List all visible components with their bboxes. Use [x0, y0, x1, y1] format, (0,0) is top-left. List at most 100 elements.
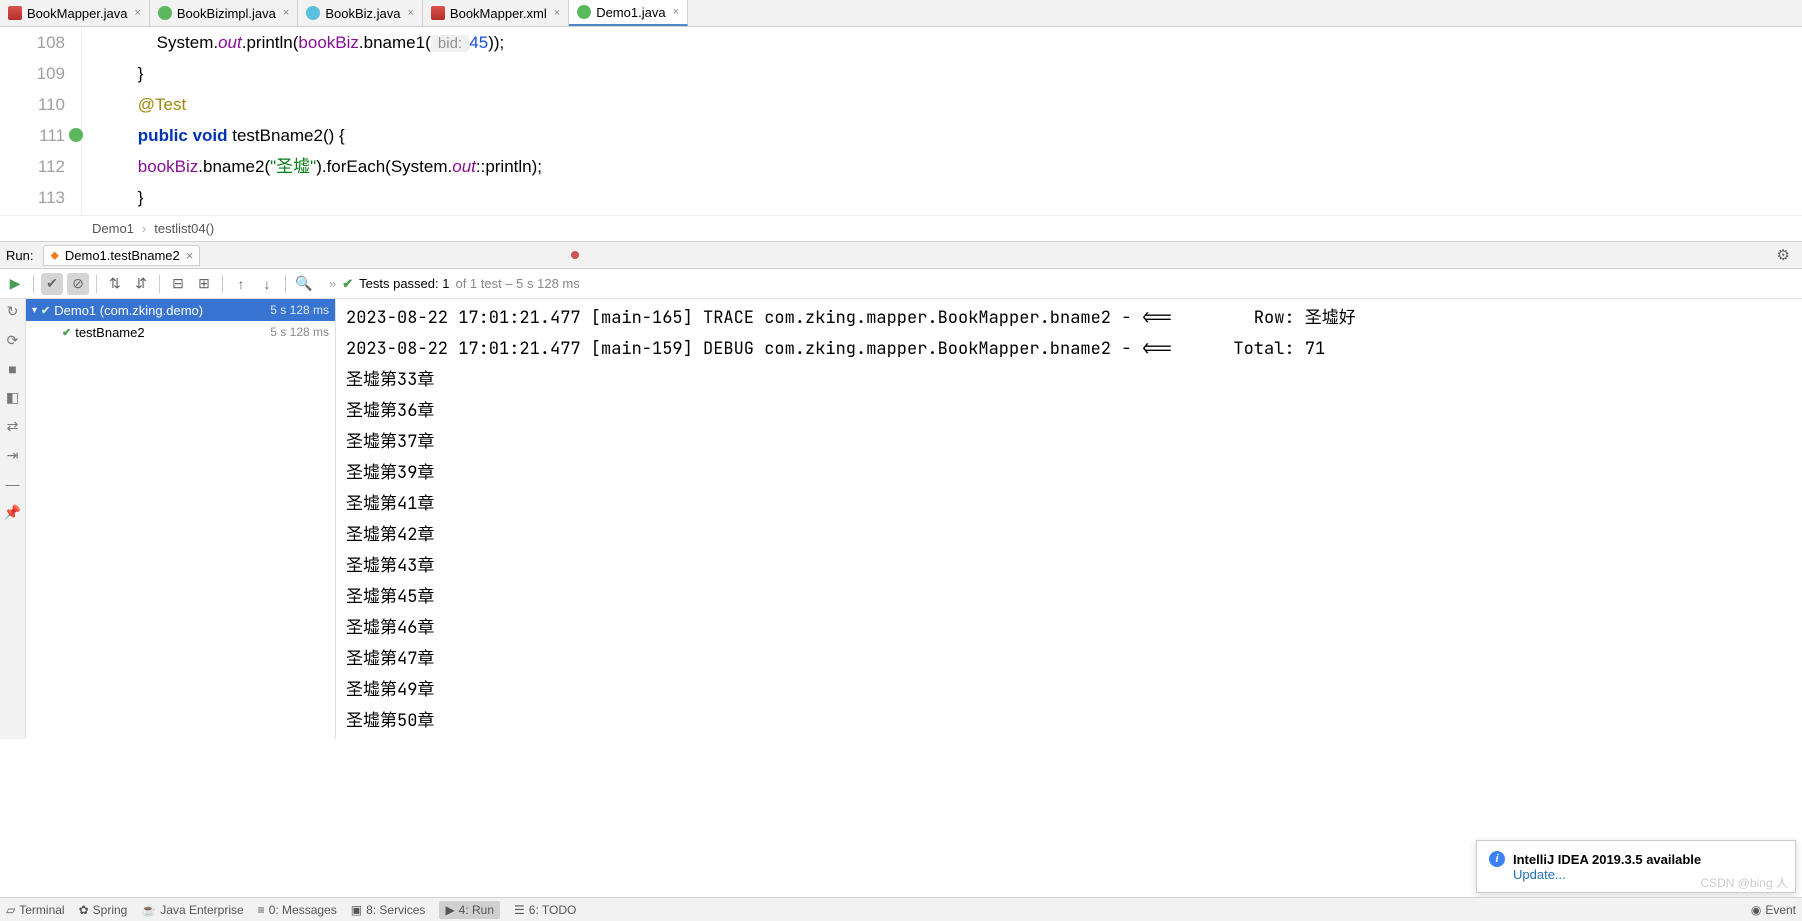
run-config-tab[interactable]: ⬥ Demo1.testBname2 ×	[43, 245, 200, 266]
line-number: 113	[0, 182, 65, 213]
run-body: ↻ ⟳ ■ ◧ ⇄ ⇥ ― 📌 ▾ ✔ Demo1 (com.zking.dem…	[0, 299, 1802, 739]
layout-button[interactable]: ⇄	[7, 418, 19, 435]
tab-bookbiz-java[interactable]: BookBiz.java ×	[298, 0, 423, 26]
dump-button[interactable]: ◧	[6, 389, 19, 406]
run-tool[interactable]: ▶ 4: Run	[439, 901, 500, 919]
separator	[159, 275, 160, 293]
close-icon[interactable]: ×	[407, 7, 413, 19]
test-tree-root[interactable]: ▾ ✔ Demo1 (com.zking.demo) 5 s 128 ms	[26, 299, 335, 321]
sort-alpha-button[interactable]: ⇅	[104, 273, 126, 295]
spring-tool[interactable]: ✿ Spring	[79, 903, 128, 917]
test-icon: ⬥	[50, 248, 58, 263]
tree-label: Demo1 (com.zking.demo)	[54, 303, 203, 318]
prev-failed-button[interactable]: ↑	[230, 273, 252, 295]
close-icon[interactable]: ×	[134, 7, 140, 19]
tab-bookmapper-java[interactable]: BookMapper.java ×	[0, 0, 150, 26]
close-icon[interactable]: ×	[186, 248, 194, 263]
update-link[interactable]: Update...	[1513, 867, 1566, 882]
check-icon: ✔	[342, 276, 353, 292]
run-label: Run:	[6, 248, 33, 263]
xml-file-icon	[431, 6, 445, 20]
test-tree[interactable]: ▾ ✔ Demo1 (com.zking.demo) 5 s 128 ms ✔ …	[26, 299, 336, 739]
collapse-all-button[interactable]: ⊞	[193, 273, 215, 295]
tab-label: BookMapper.java	[27, 6, 127, 21]
tab-label: BookMapper.xml	[450, 6, 547, 21]
toggle-button[interactable]: ⟳	[7, 332, 19, 349]
tab-label: BookBizimpl.java	[177, 6, 276, 21]
stop-button[interactable]: ■	[8, 361, 16, 377]
show-passed-button[interactable]: ✔	[41, 273, 63, 295]
java-file-icon	[8, 6, 22, 20]
line-gutter: 108 109 110 111 112 113	[0, 27, 82, 215]
tests-summary-text: of 1 test – 5 s 128 ms	[455, 276, 579, 291]
close-icon[interactable]: ×	[283, 7, 289, 19]
separator: ―	[6, 476, 20, 492]
code-line: @Test	[100, 89, 1802, 120]
pin-button[interactable]: 📌	[4, 504, 21, 521]
info-icon: i	[1489, 851, 1505, 867]
test-toolbar: ▶ ✔ ⊘ ⇅ ⇵ ⊟ ⊞ ↑ ↓ 🔍 » ✔ Tests passed: 1 …	[0, 269, 1802, 299]
code-editor[interactable]: 108 109 110 111 112 113 System.out.print…	[0, 27, 1802, 215]
code-line: bookBiz.bname2("圣墟").forEach(System.out:…	[100, 151, 1802, 182]
code-line: System.out.println(bookBiz.bname1( bid: …	[100, 27, 1802, 58]
run-button[interactable]: ▶	[4, 273, 26, 295]
exit-button[interactable]: ⇥	[7, 447, 19, 464]
tab-label: Demo1.java	[596, 5, 665, 20]
run-panel-header: Run: ⬥ Demo1.testBname2 × ⚙	[0, 241, 1802, 269]
update-notification[interactable]: i IntelliJ IDEA 2019.3.5 available Update…	[1476, 840, 1796, 893]
services-tool[interactable]: ▣ 8: Services	[351, 903, 426, 917]
console-output[interactable]: 2023-08-22 17:01:21.477 [main-165] TRACE…	[336, 299, 1802, 739]
code-line: public void testBname2() {	[100, 120, 1802, 151]
tab-bookbizimpl-java[interactable]: BookBizimpl.java ×	[150, 0, 298, 26]
event-log-tool[interactable]: ◉ Event	[1751, 903, 1796, 917]
tree-time: 5 s 128 ms	[270, 325, 329, 339]
jee-tool[interactable]: ☕ Java Enterprise	[141, 903, 243, 917]
run-tab-label: Demo1.testBname2	[65, 248, 180, 263]
class-file-icon	[577, 5, 591, 19]
settings-icon[interactable]: ⚙	[1771, 246, 1796, 264]
line-number: 108	[0, 27, 65, 58]
export-button[interactable]: 🔍	[293, 273, 315, 295]
line-number: 109	[0, 58, 65, 89]
chevron-right-icon: ›	[142, 221, 146, 236]
check-icon: ✔	[41, 304, 50, 317]
chevron-down-icon[interactable]: ▾	[32, 305, 37, 316]
class-file-icon	[158, 6, 172, 20]
test-tree-item[interactable]: ✔ testBname2 5 s 128 ms	[26, 321, 335, 343]
code-line: }	[100, 182, 1802, 213]
tab-bookmapper-xml[interactable]: BookMapper.xml ×	[423, 0, 569, 26]
breadcrumb-item[interactable]: testlist04()	[154, 221, 214, 236]
tab-label: BookBiz.java	[325, 6, 400, 21]
interface-file-icon	[306, 6, 320, 20]
tab-demo1-java[interactable]: Demo1.java ×	[569, 0, 688, 26]
run-side-toolbar: ↻ ⟳ ■ ◧ ⇄ ⇥ ― 📌	[0, 299, 26, 739]
line-number: 112	[0, 151, 65, 182]
breadcrumb-item[interactable]: Demo1	[92, 221, 134, 236]
tests-passed-text: Tests passed: 1	[359, 276, 449, 291]
tree-time: 5 s 128 ms	[270, 303, 329, 317]
terminal-tool[interactable]: ▱ Terminal	[6, 903, 65, 917]
separator	[285, 275, 286, 293]
modified-indicator-icon	[571, 251, 579, 259]
separator	[222, 275, 223, 293]
messages-tool[interactable]: ≡ 0: Messages	[258, 903, 337, 917]
separator	[96, 275, 97, 293]
close-icon[interactable]: ×	[554, 7, 560, 19]
show-ignored-button[interactable]: ⊘	[67, 273, 89, 295]
sort-duration-button[interactable]: ⇵	[130, 273, 152, 295]
next-failed-button[interactable]: ↓	[256, 273, 278, 295]
line-number: 110	[0, 89, 65, 120]
run-marker-icon[interactable]	[69, 128, 83, 142]
todo-tool[interactable]: ☰ 6: TODO	[514, 903, 576, 917]
notification-title: IntelliJ IDEA 2019.3.5 available	[1513, 852, 1701, 867]
code-line: }	[100, 58, 1802, 89]
close-icon[interactable]: ×	[673, 6, 679, 18]
tree-label: testBname2	[75, 325, 144, 340]
separator	[33, 275, 34, 293]
expand-all-button[interactable]: ⊟	[167, 273, 189, 295]
code-area[interactable]: System.out.println(bookBiz.bname1( bid: …	[82, 27, 1802, 215]
breadcrumb: Demo1 › testlist04()	[0, 215, 1802, 241]
status-bar: ▱ Terminal ✿ Spring ☕ Java Enterprise ≡ …	[0, 897, 1802, 921]
line-number: 111	[0, 120, 65, 151]
rerun-button[interactable]: ↻	[7, 303, 19, 320]
